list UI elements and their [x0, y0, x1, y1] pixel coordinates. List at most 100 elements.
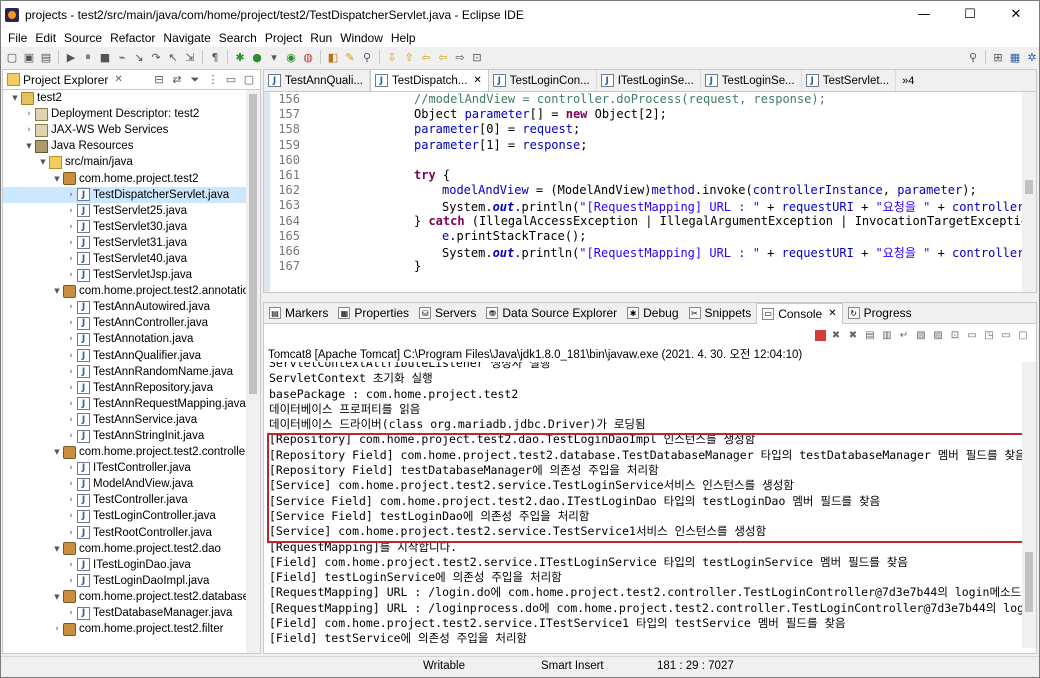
chevron-down-icon[interactable]: ▼ [51, 593, 63, 601]
debug-perspective-icon[interactable]: ✲ [1025, 50, 1039, 64]
menu-window[interactable]: Window [336, 31, 387, 45]
menu-search[interactable]: Search [215, 31, 261, 45]
chevron-right-icon[interactable]: › [65, 528, 77, 538]
chevron-right-icon[interactable]: › [65, 560, 77, 570]
tree-item[interactable]: › J TestController.java [3, 492, 260, 508]
chevron-right-icon[interactable]: › [65, 351, 77, 361]
forward-icon[interactable]: ⇨ [453, 50, 467, 64]
chevron-right-icon[interactable]: › [65, 334, 77, 344]
chevron-right-icon[interactable]: › [65, 399, 77, 409]
minimize-view-icon[interactable]: ▭ [999, 328, 1013, 342]
tree-item[interactable]: ▼ com.home.project.test2 [3, 170, 260, 186]
save-icon[interactable]: ▣ [22, 50, 36, 64]
tree-item[interactable]: › J TestServlet40.java [3, 251, 260, 267]
word-wrap-icon[interactable]: ↵ [897, 328, 911, 342]
editor-tab[interactable]: J TestLoginCon... [489, 70, 597, 91]
save-all-icon[interactable]: ▤ [39, 50, 53, 64]
tab-markers[interactable]: ▤ Markers [264, 303, 333, 324]
chevron-right-icon[interactable]: › [23, 109, 35, 119]
new-icon[interactable]: ▢ [5, 50, 19, 64]
menu-file[interactable]: File [4, 31, 31, 45]
chevron-right-icon[interactable]: › [65, 463, 77, 473]
resume-icon[interactable]: ▶ [64, 50, 78, 64]
menu-source[interactable]: Source [60, 31, 106, 45]
step-over-icon[interactable]: ↷ [149, 50, 163, 64]
new-console-icon[interactable]: ◳ [982, 328, 996, 342]
tree-item[interactable]: ▼ com.home.project.test2.controller [3, 444, 260, 460]
maximize-view-icon[interactable]: ▢ [242, 73, 256, 87]
chevron-down-icon[interactable]: ▼ [51, 545, 63, 553]
tab-progress[interactable]: ↻ Progress [843, 303, 917, 324]
chevron-right-icon[interactable]: › [65, 511, 77, 521]
chevron-down-icon[interactable]: ▼ [51, 287, 63, 295]
menu-project[interactable]: Project [261, 31, 306, 45]
show-on-error-icon[interactable]: ▨ [931, 328, 945, 342]
tree-item[interactable]: › J TestRootController.java [3, 525, 260, 541]
step-into-icon[interactable]: ↘ [132, 50, 146, 64]
close-icon[interactable]: ✕ [828, 308, 836, 319]
remove-launch-icon[interactable]: ✖ [829, 328, 843, 342]
tree-item[interactable]: › J TestAnnRandomName.java [3, 364, 260, 380]
next-annotation-icon[interactable]: ⇩ [385, 50, 399, 64]
chevron-right-icon[interactable]: › [65, 576, 77, 586]
tab-debug[interactable]: ✱ Debug [622, 303, 683, 324]
run-dropdown-icon[interactable]: ▾ [267, 50, 281, 64]
chevron-right-icon[interactable]: › [65, 383, 77, 393]
search-icon[interactable]: ⚲ [966, 50, 980, 64]
menu-edit[interactable]: Edit [31, 31, 60, 45]
tab-snippets[interactable]: ✂ Snippets [684, 303, 757, 324]
tree-item[interactable]: ▼ Java Resources [3, 138, 260, 154]
chevron-right-icon[interactable]: › [65, 302, 77, 312]
chevron-right-icon[interactable]: › [65, 270, 77, 280]
tab-console[interactable]: ▭ Console ✕ [756, 302, 843, 324]
tree-item[interactable]: › J TestServlet31.java [3, 235, 260, 251]
tree-item[interactable]: ▼ test2 [3, 90, 260, 106]
show-on-output-icon[interactable]: ▧ [914, 328, 928, 342]
tree-scrollbar[interactable] [246, 90, 260, 653]
tree-item[interactable]: › J ModelAndView.java [3, 476, 260, 492]
console-output[interactable]: ServletContextAttributeListener 생성자 실행 Se… [264, 362, 1036, 648]
tab-servers[interactable]: ⛁ Servers [414, 303, 481, 324]
tree-item[interactable]: › J TestAnnotation.java [3, 331, 260, 347]
editor-tab[interactable]: J TestDispatch... ✕ [369, 69, 489, 91]
tree-item[interactable]: › JAX-WS Web Services [3, 122, 260, 138]
tree-item[interactable]: › J TestDispatcherServlet.java [3, 186, 260, 203]
new-java-project-icon[interactable]: ◧ [326, 50, 340, 64]
chevron-right-icon[interactable]: › [65, 238, 77, 248]
link-with-editor-icon[interactable]: ⇄ [170, 73, 184, 87]
tree-item[interactable]: › Deployment Descriptor: test2 [3, 106, 260, 122]
chevron-right-icon[interactable]: › [65, 608, 77, 618]
editor-tab[interactable]: J TestAnnQuali... [264, 70, 370, 91]
terminate-icon[interactable] [815, 329, 826, 341]
disconnect-icon[interactable]: ⌁ [115, 50, 129, 64]
chevron-down-icon[interactable]: ▼ [23, 142, 35, 150]
editor-tab[interactable]: J ITestLoginSe... [597, 70, 701, 91]
tree-item[interactable]: › J TestAnnRequestMapping.java [3, 396, 260, 412]
editor-tab[interactable]: J TestLoginSe... [701, 70, 802, 91]
chevron-right-icon[interactable]: › [65, 190, 77, 200]
tree-item[interactable]: › J TestAnnController.java [3, 315, 260, 331]
chevron-right-icon[interactable]: › [65, 206, 77, 216]
view-menu-icon[interactable]: ⋮ [206, 73, 220, 87]
open-perspective-icon[interactable]: ⊞ [991, 50, 1005, 64]
run-icon[interactable]: ● [250, 50, 264, 64]
chevron-right-icon[interactable]: › [23, 125, 35, 135]
console-scrollbar[interactable] [1022, 362, 1036, 648]
tree-item[interactable]: › J ITestController.java [3, 460, 260, 476]
tree-item[interactable]: › J TestAnnStringInit.java [3, 428, 260, 444]
tree-item[interactable]: › J TestDatabaseManager.java [3, 605, 260, 621]
tab-data-source-explorer[interactable]: ⛃ Data Source Explorer [481, 303, 622, 324]
menu-refactor[interactable]: Refactor [106, 31, 159, 45]
tree-item[interactable]: › J ITestLoginDao.java [3, 557, 260, 573]
close-button[interactable]: ✕ [993, 1, 1039, 28]
chevron-down-icon[interactable]: ▼ [51, 175, 63, 183]
chevron-down-icon[interactable]: ▼ [37, 158, 49, 166]
minimize-button[interactable]: — [901, 1, 947, 28]
minimize-view-icon[interactable]: ▭ [224, 73, 238, 87]
show-whitespace-icon[interactable]: ¶ [208, 50, 222, 64]
prev-annotation-icon[interactable]: ⇧ [402, 50, 416, 64]
drop-frame-icon[interactable]: ⇲ [183, 50, 197, 64]
tree-item[interactable]: ▼ com.home.project.test2.dao [3, 541, 260, 557]
chevron-right-icon[interactable]: › [65, 415, 77, 425]
java-ee-perspective-icon[interactable]: ▦ [1008, 50, 1022, 64]
